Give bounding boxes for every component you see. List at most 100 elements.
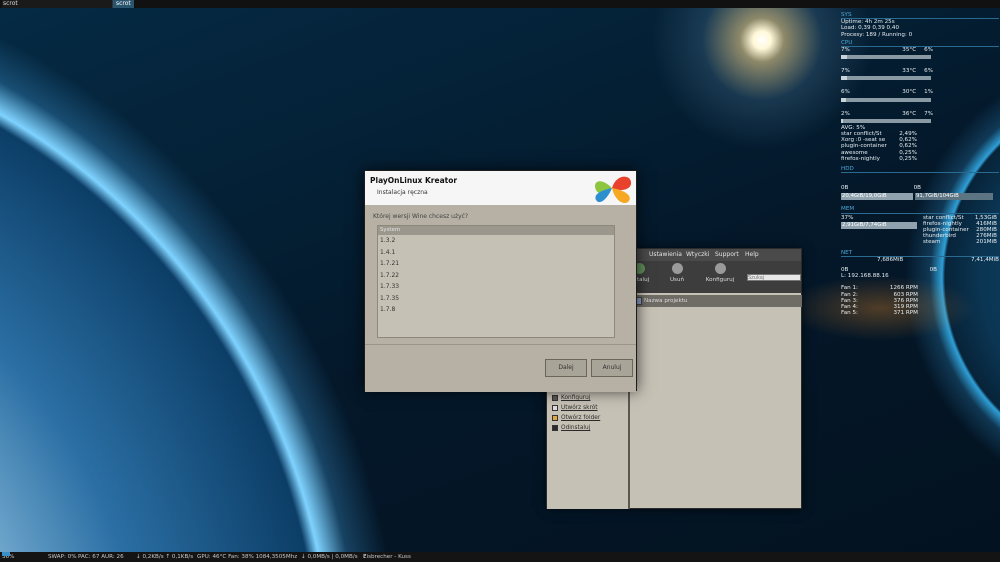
core-usage-bar <box>841 118 931 123</box>
wizard-dialog: PlayOnLinux Kreator Instalacja ręczna Kt… <box>364 170 637 392</box>
core-freq: 6% <box>924 47 933 54</box>
cpu-core: 7% 33°C 6% <box>841 68 999 81</box>
run-prompt-input[interactable]: scrot <box>2 0 113 8</box>
network-rate: ↓ 0,2KB/s ↑ 0,1KB/s <box>136 554 194 560</box>
gear-icon <box>552 394 558 401</box>
list-item[interactable]: 1.7.8 <box>378 304 614 316</box>
cpu-header: CPU <box>841 40 999 48</box>
process-count: Procesy: 189 / Running: 0 <box>841 31 913 38</box>
configure-button[interactable]: Konfiguruj <box>703 263 737 283</box>
action-label: Otwórz folder <box>561 415 601 421</box>
list-item[interactable]: 1.7.35 <box>378 293 614 305</box>
cpu-core: 2% 36°C 7% <box>841 111 999 123</box>
project-list-header: Nazwa projektu <box>632 295 802 307</box>
playonlinux-logo-icon <box>594 176 632 204</box>
net-header: NET <box>841 250 999 257</box>
active-client-tag[interactable]: scrot <box>113 0 134 8</box>
gear-icon <box>714 263 726 274</box>
core-temp: 36°C <box>902 110 917 117</box>
swap-status: SWAP: 0% <box>48 554 77 560</box>
dialog-title: PlayOnLinux Kreator <box>370 176 458 185</box>
menu-settings[interactable]: Ustawienia <box>649 249 682 261</box>
next-button[interactable]: Dalej <box>545 359 587 377</box>
core-usage-bar <box>841 55 931 60</box>
action-create-shortcut[interactable]: Utwórz skrót <box>552 403 600 413</box>
menu-support[interactable]: Support <box>715 249 739 261</box>
list-header: System <box>378 226 614 235</box>
mem-percent: 37% <box>841 214 854 221</box>
list-item[interactable]: 1.3.2 <box>378 235 614 247</box>
sys-header: SYS <box>841 12 999 20</box>
mem-header: MEM <box>841 206 999 214</box>
action-open-folder[interactable]: Otwórz folder <box>552 413 600 423</box>
cancel-button[interactable]: Anuluj <box>591 359 633 377</box>
hdd-write: 0B <box>913 185 921 192</box>
battery-bar <box>2 552 10 556</box>
fan-name: Fan 5: <box>841 310 858 317</box>
music-title: Eisbrecher - Kuss <box>363 554 411 560</box>
list-item[interactable]: 1.7.21 <box>378 258 614 270</box>
mem-process-row: steam 201MiB <box>923 239 997 245</box>
shortcut-icon <box>552 404 558 411</box>
mem-section: 37% 2,91GiB/7,74GiB star conflict/St 1,53… <box>841 215 999 246</box>
action-configure[interactable]: Konfiguruj <box>552 393 600 403</box>
list-item[interactable]: 1.4.1 <box>378 247 614 259</box>
menu-plugins[interactable]: Wtyczki <box>686 249 709 261</box>
action-label: Utwórz skrót <box>561 405 598 411</box>
divider <box>365 344 636 345</box>
net-upload-total: 7,41,4MiB <box>970 256 999 263</box>
wine-version-question: Której wersji Wine chcesz użyć? <box>373 213 469 220</box>
search-input[interactable]: Szukaj <box>747 274 801 281</box>
search-placeholder: Szukaj <box>748 275 765 281</box>
dialog-header: PlayOnLinux Kreator Instalacja ręczna <box>365 171 636 205</box>
process-value: 0,25% <box>899 155 917 162</box>
process-value: 201MiB <box>976 239 997 246</box>
list-item[interactable]: 1.7.33 <box>378 281 614 293</box>
core-temp: 30°C <box>902 89 917 96</box>
action-label: Odinstaluj <box>561 425 591 431</box>
process-name: firefox-nightly <box>841 155 880 162</box>
remove-icon <box>671 263 683 274</box>
hdd-home-usage: 91,7GiB/104GiB <box>915 193 993 201</box>
menu-help[interactable]: Help <box>745 249 759 261</box>
project-actions: Konfiguruj Utwórz skrót Otwórz folder Od… <box>552 393 600 433</box>
core-usage: 6% <box>841 89 850 96</box>
top-panel: scrot scrot <box>0 0 1000 8</box>
core-freq: 6% <box>924 68 933 75</box>
gpu-status: GPU: 46°C Fan: 38% 1084,3505Mhz <box>197 554 298 560</box>
remove-button[interactable]: Usuń <box>665 263 689 283</box>
close-icon <box>552 424 558 431</box>
hdd-header: HDD <box>841 166 999 174</box>
mem-summary: 37% 2,91GiB/7,74GiB <box>841 215 917 246</box>
dialog-body: Której wersji Wine chcesz użyć? System 1… <box>365 205 636 392</box>
bottom-panel: 36% SWAP: 0% PAC: 67 AUR: 26 ↓ 0,2KB/s ↑… <box>0 552 1000 562</box>
configure-label: Konfiguruj <box>705 277 735 283</box>
project-list-title: Nazwa projektu <box>644 298 688 304</box>
wine-version-list[interactable]: System 1.3.2 1.4.1 1.7.21 1.7.22 1.7.33 … <box>377 225 615 338</box>
bar-fill <box>841 55 848 60</box>
bar-fill <box>841 97 847 102</box>
hdd-read: 0B <box>841 185 849 192</box>
hdd-usage: 20,4GiB/19,0GiB 91,7GiB/104GiB <box>841 193 999 201</box>
action-uninstall[interactable]: Odinstaluj <box>552 423 600 433</box>
mem-process-list: star conflict/St 1,53GiB firefox-nightly 4… <box>923 215 997 246</box>
core-usage-bar <box>841 97 931 102</box>
cpu-core: 7% 35°C 6% <box>841 47 999 60</box>
core-temp: 33°C <box>902 68 917 75</box>
fan-rpm: 371 RPM <box>893 310 918 317</box>
fan-row: Fan 5: 371 RPM <box>841 310 918 316</box>
hdd-rates: 0B 0B <box>841 185 921 191</box>
folder-icon <box>552 414 558 421</box>
core-usage: 7% <box>841 47 850 54</box>
cpu-core: 6% 30°C 1% <box>841 89 999 102</box>
net-upload-rate: 0B <box>929 267 937 274</box>
list-item[interactable]: 1.7.22 <box>378 270 614 282</box>
mem-used: 2,91GiB/7,74GiB <box>841 221 917 229</box>
remove-label: Usuń <box>669 277 685 283</box>
dialog-subtitle: Instalacja ręczna <box>377 189 428 196</box>
core-temp: 35°C <box>902 47 917 54</box>
cpu-process-row: firefox-nightly 0,25% <box>841 156 917 162</box>
bar-fill <box>841 76 848 81</box>
core-usage: 2% <box>841 110 850 117</box>
system-monitor: SYS Uptime: 4h 2m 25s Load: 0,39 0,39 0,… <box>841 10 999 317</box>
